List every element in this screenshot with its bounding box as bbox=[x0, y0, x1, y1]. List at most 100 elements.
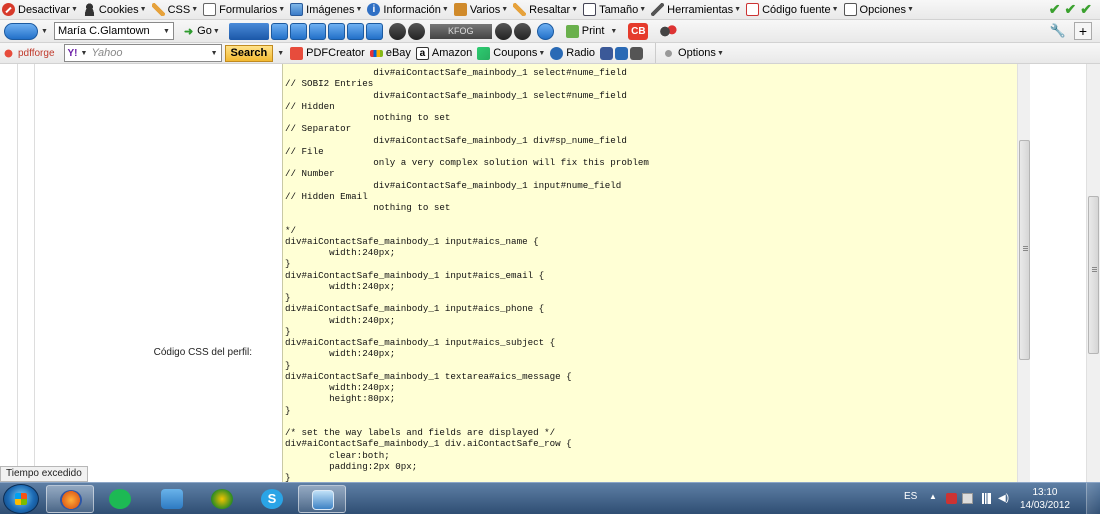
show-desktop-button[interactable] bbox=[1086, 483, 1100, 514]
link-pdfcreator[interactable]: PDFCreator bbox=[288, 43, 368, 63]
taskbar-binoculars[interactable] bbox=[198, 485, 246, 513]
taskbar: S ES ▲ ◀) 13:10 14/03/2012 bbox=[0, 482, 1100, 514]
menu-herramientas[interactable]: Herramientas ▼ bbox=[649, 0, 744, 19]
css-field-label: Código CSS del perfil: bbox=[153, 347, 252, 358]
arrow-right-icon: ➜ bbox=[183, 25, 194, 38]
link-amazon[interactable]: a Amazon bbox=[414, 43, 475, 63]
firefox-icon bbox=[60, 490, 82, 510]
chevron-down-icon: ▼ bbox=[163, 27, 170, 35]
forward-icon[interactable] bbox=[407, 22, 425, 40]
cb-button[interactable]: CB bbox=[628, 22, 649, 40]
menu-cookies[interactable]: Cookies ▼ bbox=[81, 0, 150, 19]
phone-icon[interactable] bbox=[270, 22, 288, 40]
textarea-scrollbar[interactable] bbox=[1017, 64, 1030, 482]
divider bbox=[17, 64, 18, 482]
menu-codigo-fuente[interactable]: Código fuente ▼ bbox=[744, 0, 841, 19]
menu-tamano[interactable]: Tamaño ▼ bbox=[581, 0, 649, 19]
link-coupons[interactable]: Coupons ▼ bbox=[475, 43, 548, 63]
taskbar-spotify[interactable] bbox=[96, 485, 144, 513]
checkmark-icon[interactable]: ✔ bbox=[1049, 1, 1061, 18]
camera-icon[interactable] bbox=[308, 22, 326, 40]
menu-opciones[interactable]: Opciones ▼ bbox=[842, 0, 917, 19]
chevron-down-icon: ▼ bbox=[441, 6, 449, 13]
options-menu[interactable]: Options ▼ bbox=[655, 43, 727, 63]
chevron-down-icon[interactable]: ▼ bbox=[277, 50, 284, 57]
menu-css[interactable]: CSS ▼ bbox=[150, 0, 202, 19]
facebook-icon[interactable] bbox=[600, 46, 614, 60]
search-button[interactable]: Search bbox=[224, 44, 274, 62]
gear-icon bbox=[662, 46, 676, 60]
taskbar-package[interactable] bbox=[148, 485, 196, 513]
grip-icon bbox=[1092, 267, 1097, 272]
page-scroll-thumb[interactable] bbox=[1088, 196, 1099, 354]
skype-icon: S bbox=[261, 489, 283, 509]
chevron-down-icon: ▼ bbox=[212, 27, 220, 35]
volume-icon[interactable] bbox=[494, 22, 512, 40]
pdfforge-logo[interactable]: pdfforge bbox=[0, 43, 58, 63]
user-search-icon[interactable] bbox=[346, 22, 364, 40]
chevron-up-icon[interactable]: ▲ bbox=[929, 492, 937, 501]
alert-icon[interactable] bbox=[946, 493, 957, 504]
chevron-down-icon[interactable]: ▼ bbox=[41, 28, 48, 35]
profile-toolbar: ▼ María C.Glamtown ▼ ➜ Go ▼ KFOG Print ▼… bbox=[0, 20, 1100, 43]
textarea-scroll-thumb[interactable] bbox=[1019, 140, 1030, 360]
clock[interactable]: 13:10 14/03/2012 bbox=[1020, 486, 1070, 512]
link-radio[interactable]: Radio bbox=[548, 43, 598, 63]
print-button[interactable]: Print ▼ bbox=[564, 20, 621, 42]
chevron-down-icon: ▼ bbox=[538, 49, 546, 57]
ebay-icon bbox=[369, 49, 383, 57]
menu-formularios[interactable]: Formularios ▼ bbox=[201, 0, 288, 19]
wrench-icon[interactable]: 🔧 bbox=[1050, 23, 1066, 39]
checkmark-icon[interactable]: ✔ bbox=[1080, 1, 1092, 18]
page-scrollbar[interactable] bbox=[1086, 64, 1100, 482]
taskbar-firefox[interactable] bbox=[46, 485, 94, 513]
globe-icon[interactable] bbox=[289, 22, 307, 40]
language-indicator[interactable]: ES bbox=[904, 491, 917, 502]
pencil-icon bbox=[151, 3, 165, 16]
css-code-textarea[interactable]: div#aiContactSafe_mainbody_1 select#nume… bbox=[282, 64, 1030, 482]
signal-icon[interactable] bbox=[980, 493, 991, 504]
menu-desactivar[interactable]: Desactivar ▼ bbox=[0, 0, 81, 19]
broadcast-icon[interactable] bbox=[4, 22, 38, 40]
back-icon[interactable] bbox=[388, 22, 406, 40]
play-icon[interactable] bbox=[327, 22, 345, 40]
yahoo-icon: Y! bbox=[67, 47, 78, 59]
source-icon bbox=[746, 3, 760, 16]
checkmark-icon[interactable]: ✔ bbox=[1065, 1, 1077, 18]
menu-resaltar[interactable]: Resaltar ▼ bbox=[511, 0, 581, 19]
radio-station[interactable]: KFOG bbox=[429, 23, 492, 39]
chevron-down-icon: ▼ bbox=[639, 6, 647, 13]
start-button[interactable] bbox=[3, 484, 39, 514]
coupons-icon bbox=[477, 46, 491, 60]
divider bbox=[34, 64, 35, 482]
link-ebay[interactable]: eBay bbox=[368, 43, 414, 63]
network-error-icon[interactable] bbox=[962, 493, 973, 504]
package-icon bbox=[161, 489, 183, 509]
pdfcreator-icon bbox=[290, 46, 304, 60]
mail-icon[interactable] bbox=[365, 22, 383, 40]
volume-icon[interactable]: ◀) bbox=[998, 493, 1009, 504]
gplus-icon[interactable] bbox=[630, 46, 644, 60]
settings-icon[interactable] bbox=[536, 22, 554, 40]
menu-informacion[interactable]: i Información ▼ bbox=[365, 0, 451, 19]
chevron-down-icon: ▼ bbox=[501, 6, 509, 13]
chevron-down-icon: ▼ bbox=[191, 6, 199, 13]
stop-playback-icon[interactable] bbox=[513, 22, 531, 40]
youtube-icon[interactable] bbox=[228, 22, 269, 40]
taskbar-window[interactable] bbox=[298, 485, 346, 513]
menu-imagenes[interactable]: Imágenes ▼ bbox=[288, 0, 365, 19]
css-code-text: div#aiContactSafe_mainbody_1 select#nume… bbox=[285, 67, 649, 482]
system-tray: ES ▲ ◀) 13:10 14/03/2012 bbox=[900, 483, 1100, 514]
plus-icon[interactable]: + bbox=[1074, 22, 1092, 40]
binoculars-icon[interactable] bbox=[658, 22, 679, 40]
chevron-down-icon: ▼ bbox=[210, 49, 218, 57]
go-button[interactable]: ➜ Go ▼ bbox=[182, 20, 223, 42]
search-input[interactable]: Y! ▼ Yahoo ▼ bbox=[63, 44, 222, 62]
profile-select[interactable]: María C.Glamtown ▼ bbox=[53, 22, 174, 40]
twitter-icon[interactable] bbox=[615, 46, 629, 60]
taskbar-skype[interactable]: S bbox=[248, 485, 296, 513]
page-content: Código CSS del perfil: div#aiContactSafe… bbox=[0, 64, 1100, 482]
tools-icon bbox=[453, 3, 467, 16]
menu-varios[interactable]: Varios ▼ bbox=[452, 0, 511, 19]
chevron-down-icon: ▼ bbox=[278, 6, 286, 13]
